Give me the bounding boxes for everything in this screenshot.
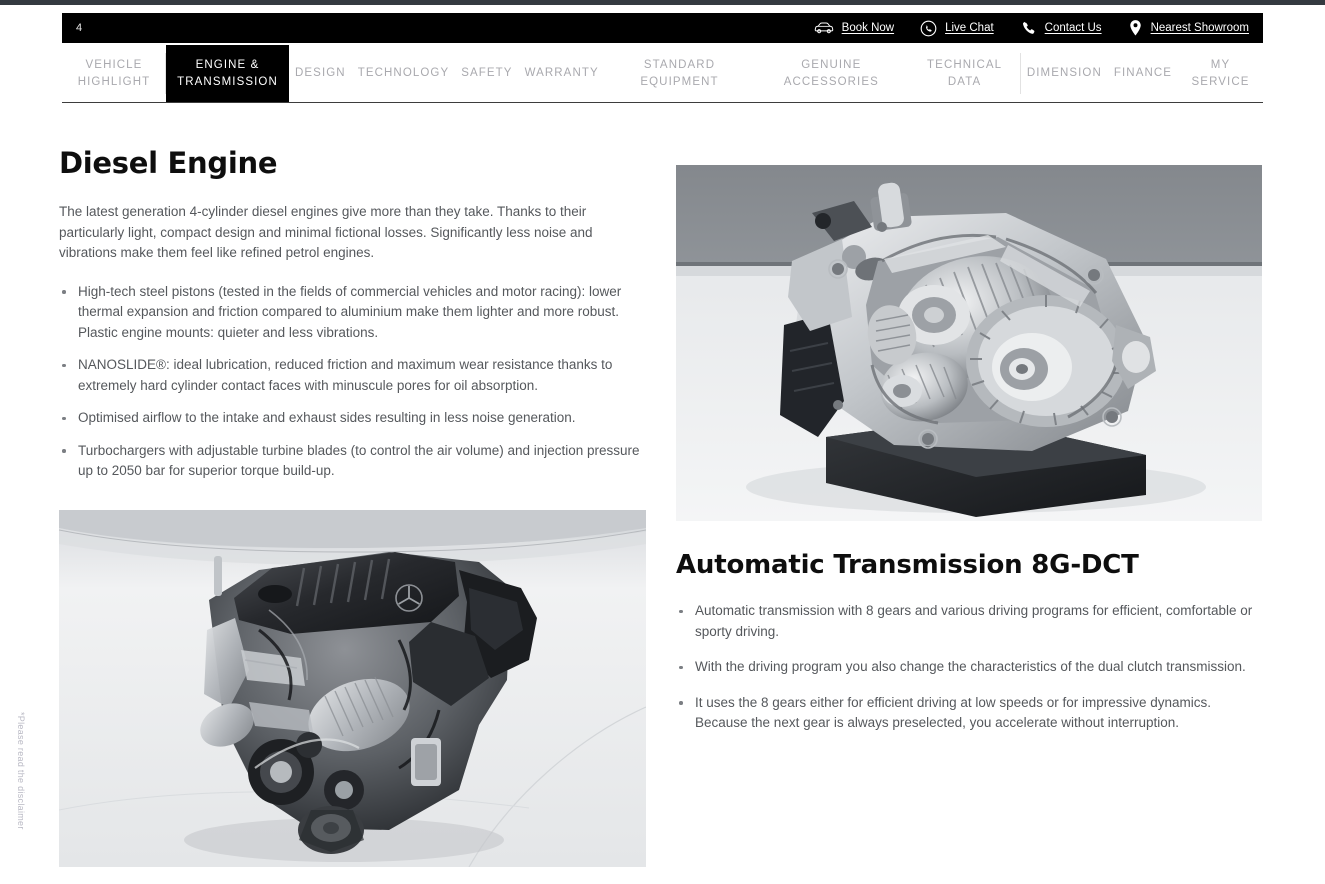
diesel-engine-intro: The latest generation 4-cylinder diesel …: [59, 204, 593, 260]
page-number: 4: [76, 22, 83, 34]
diesel-engine-bullets: High-tech steel pistons (tested in the f…: [59, 282, 649, 482]
browser-top-strip: [0, 0, 1325, 5]
tab-technical-data[interactable]: TECHNICAL DATA: [908, 45, 1022, 102]
diesel-engine-section: Diesel Engine The latest generation 4-cy…: [59, 146, 649, 867]
transmission-title: Automatic Transmission 8G-DCT: [676, 550, 1139, 580]
tab-label: SAFETY: [461, 67, 513, 79]
tab-my-service[interactable]: MY SERVICE: [1178, 45, 1263, 102]
tab-vehicle-highlight[interactable]: VEHICLE HIGHLIGHT: [62, 45, 166, 102]
tab-warranty[interactable]: WARRANTY: [518, 45, 605, 102]
contact-us-label: Contact Us: [1044, 22, 1102, 34]
disclaimer-vertical-text[interactable]: *Please read the disclaimer: [16, 712, 26, 830]
live-chat-label: Live Chat: [945, 22, 994, 34]
tab-technology[interactable]: TECHNOLOGY: [351, 45, 456, 102]
book-now-label: Book Now: [841, 22, 895, 34]
automatic-transmission-section: Automatic Transmission 8G-DCT Automatic …: [676, 165, 1262, 749]
tab-label: STANDARD EQUIPMENT: [640, 58, 719, 88]
section-tabs: VEHICLE HIGHLIGHT ENGINE & TRANSMISSION …: [62, 45, 1263, 102]
nearest-showroom-link[interactable]: Nearest Showroom: [1128, 19, 1249, 37]
tab-engine-transmission[interactable]: ENGINE & TRANSMISSION: [166, 45, 289, 102]
phone-icon: [1020, 20, 1037, 37]
car-icon: [814, 21, 834, 35]
diesel-engine-photo: [59, 509, 646, 867]
utility-bar: 4 Book Now Live Chat Contact Us Nearest …: [62, 13, 1263, 43]
tab-label: ENGINE & TRANSMISSION: [177, 58, 278, 88]
tab-label: TECHNICAL DATA: [927, 58, 1003, 88]
tab-label: TECHNOLOGY: [357, 67, 450, 79]
list-item: Turbochargers with adjustable turbine bl…: [59, 441, 649, 482]
tab-label: WARRANTY: [524, 67, 599, 79]
tab-safety[interactable]: SAFETY: [455, 45, 519, 102]
list-item: High-tech steel pistons (tested in the f…: [59, 282, 649, 344]
list-item: NANOSLIDE®: ideal lubrication, reduced f…: [59, 355, 649, 396]
tab-label: FINANCE: [1113, 67, 1173, 79]
live-chat-link[interactable]: Live Chat: [920, 20, 994, 37]
map-pin-icon: [1128, 19, 1143, 37]
list-item: With the driving program you also change…: [676, 657, 1262, 678]
nearest-showroom-label: Nearest Showroom: [1150, 22, 1249, 34]
tab-standard-equipment[interactable]: STANDARD EQUIPMENT: [604, 45, 755, 102]
tab-label: DIMENSION: [1026, 67, 1102, 79]
tab-label: VEHICLE HIGHLIGHT: [77, 58, 151, 88]
page-root: 4 Book Now Live Chat Contact Us Nearest …: [0, 0, 1325, 884]
list-item: Optimised airflow to the intake and exha…: [59, 408, 649, 429]
tabs-underline: [62, 102, 1263, 103]
book-now-link[interactable]: Book Now: [814, 21, 894, 35]
tab-label: DESIGN: [295, 67, 346, 79]
contact-us-link[interactable]: Contact Us: [1020, 20, 1102, 37]
tab-label: MY SERVICE: [1191, 58, 1250, 88]
list-item: It uses the 8 gears either for efficient…: [676, 693, 1262, 734]
tab-genuine-accessories[interactable]: GENUINE ACCESSORIES: [754, 45, 909, 102]
utility-links: Book Now Live Chat Contact Us Nearest Sh…: [814, 19, 1263, 37]
list-item: Automatic transmission with 8 gears and …: [676, 601, 1262, 642]
whatsapp-icon: [920, 20, 937, 37]
transmission-bullets: Automatic transmission with 8 gears and …: [676, 601, 1262, 734]
tab-dimension[interactable]: DIMENSION: [1020, 45, 1108, 102]
tab-finance[interactable]: FINANCE: [1107, 45, 1179, 102]
automatic-transmission-photo: [676, 165, 1262, 521]
tab-label: GENUINE ACCESSORIES: [783, 58, 879, 88]
tab-design[interactable]: DESIGN: [289, 45, 352, 102]
page-title: Diesel Engine: [59, 146, 278, 180]
